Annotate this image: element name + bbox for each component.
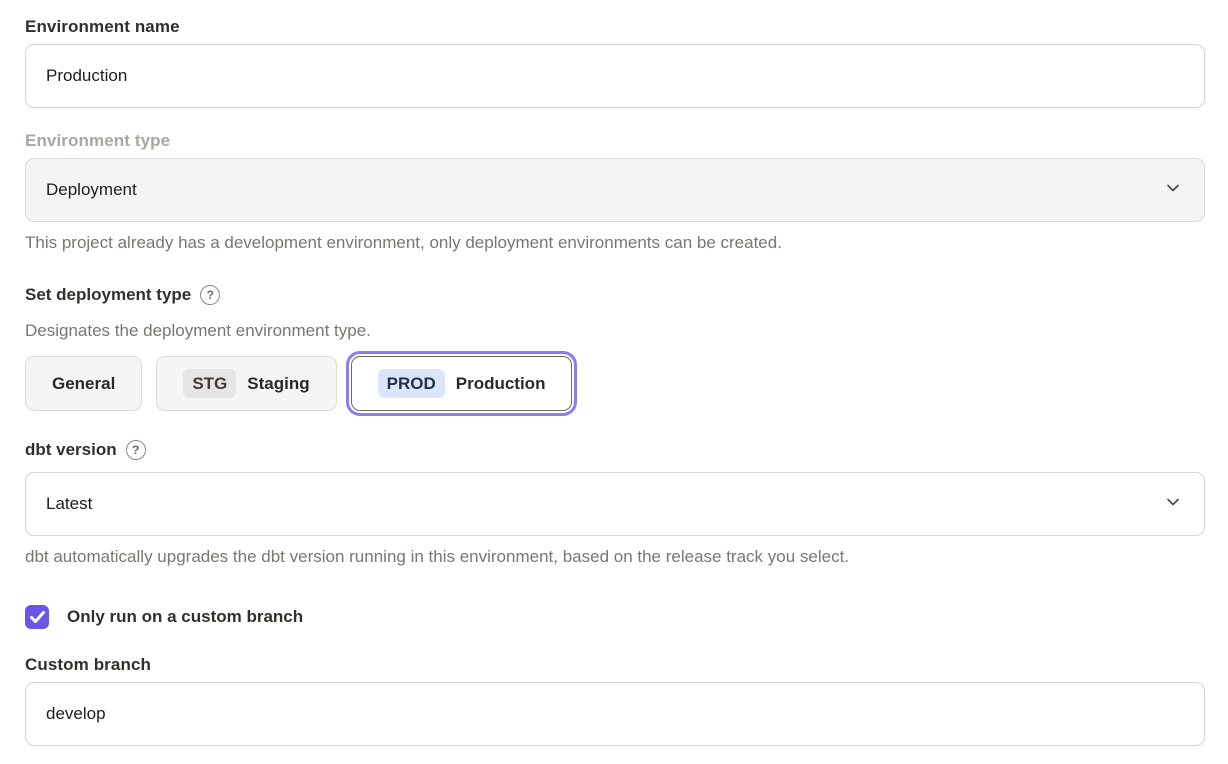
custom-branch-input[interactable]: [25, 682, 1205, 746]
option-label: Staging: [247, 374, 309, 394]
staging-badge: STG: [183, 369, 236, 398]
environment-type-helper: This project already has a development e…: [25, 232, 1205, 254]
environment-type-label: Environment type: [25, 130, 1205, 151]
environment-type-value: Deployment: [46, 180, 137, 200]
question-circle-icon[interactable]: ?: [126, 440, 146, 460]
custom-branch-checkbox-label: Only run on a custom branch: [67, 607, 303, 627]
deployment-type-option-production[interactable]: PROD Production: [351, 356, 573, 411]
dbt-version-label: dbt version: [25, 440, 117, 460]
custom-branch-label: Custom branch: [25, 654, 1205, 675]
option-label: Production: [456, 374, 546, 394]
deployment-type-description: Designates the deployment environment ty…: [25, 321, 1205, 341]
deployment-type-heading: Set deployment type: [25, 285, 191, 305]
option-label: General: [52, 374, 115, 394]
dbt-version-value: Latest: [46, 494, 92, 514]
custom-branch-checkbox-row: Only run on a custom branch: [25, 605, 1205, 629]
chevron-down-icon: [1164, 179, 1182, 202]
environment-name-input[interactable]: [25, 44, 1205, 108]
chevron-down-icon: [1164, 493, 1182, 516]
deployment-type-options: General STG Staging PROD Production: [25, 356, 1205, 411]
custom-branch-checkbox[interactable]: [25, 605, 49, 629]
environment-settings-form: Environment name Environment type Deploy…: [0, 0, 1228, 764]
deployment-type-option-general[interactable]: General: [25, 356, 142, 411]
dbt-version-helper: dbt automatically upgrades the dbt versi…: [25, 546, 1205, 568]
environment-type-select: Deployment: [25, 158, 1205, 222]
checkmark-icon: [30, 611, 45, 624]
dbt-version-select[interactable]: Latest: [25, 472, 1205, 536]
environment-name-label: Environment name: [25, 16, 1205, 37]
question-circle-icon[interactable]: ?: [200, 285, 220, 305]
deployment-type-option-staging[interactable]: STG Staging: [156, 356, 336, 411]
prod-badge: PROD: [378, 369, 445, 398]
